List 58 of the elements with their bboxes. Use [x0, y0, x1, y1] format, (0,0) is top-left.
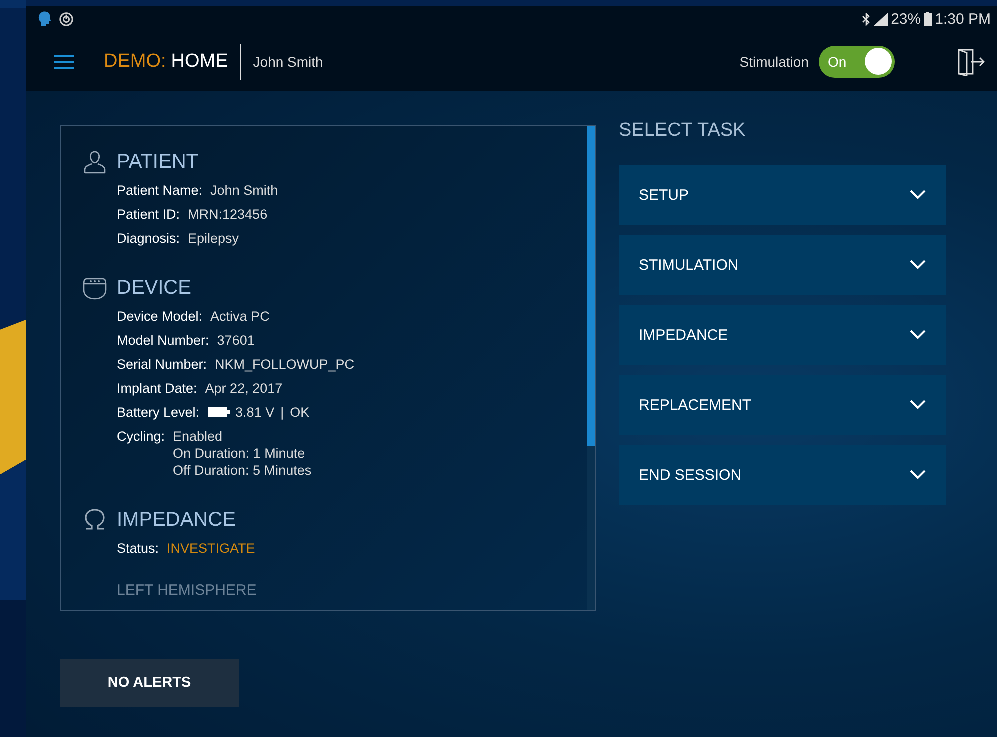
page-title: HOME: [171, 50, 230, 72]
field-label: Diagnosis:: [117, 230, 180, 246]
omega-icon: [83, 508, 107, 532]
task-heading: SELECT TASK: [619, 120, 747, 142]
device-icon: [83, 276, 107, 300]
task-item[interactable]: END SESSION: [619, 445, 946, 505]
chevron-icon: [910, 330, 926, 340]
field-label: Status:: [117, 540, 160, 556]
task-item[interactable]: REPLACEMENT: [619, 375, 946, 435]
signal-icon: [874, 12, 888, 26]
battery-percent: 23%: [891, 10, 922, 28]
task-item[interactable]: IMPEDANCE: [619, 305, 946, 365]
stimulation-label: Stimulation: [740, 54, 809, 70]
section-title: DEVICE: [117, 276, 192, 300]
subheading: LEFT HEMISPHERE: [117, 582, 258, 599]
field-label: Model Number:: [117, 332, 210, 348]
chevron-icon: [910, 260, 926, 270]
alerts-button[interactable]: NO ALERTS: [60, 659, 239, 707]
field-value: Activa PC: [210, 308, 270, 324]
battery-icon: [924, 12, 932, 26]
chevron-icon: [910, 400, 926, 410]
battery-icon: [208, 407, 230, 417]
field-label: Battery Level:: [117, 404, 200, 420]
head-icon: [38, 11, 52, 27]
clock: 1:30 PM: [935, 10, 991, 28]
section-title: IMPEDANCE: [117, 508, 236, 532]
power-icon: [59, 12, 74, 26]
field-value: Off Duration: 5 Minutes: [173, 462, 312, 478]
field-label: Patient Name:: [117, 182, 203, 198]
brand-label: DEMO:: [104, 50, 166, 72]
field-value: NKM_FOLLOWUP_PC: [215, 356, 355, 372]
field-label: Serial Number:: [117, 356, 208, 372]
section-title: PATIENT: [117, 150, 198, 174]
exit-door-icon[interactable]: [957, 48, 987, 76]
user-name: John Smith: [240, 44, 324, 80]
menu-icon[interactable]: [54, 54, 74, 68]
field-value: On Duration: 1 Minute: [173, 444, 306, 462]
task-item[interactable]: SETUP: [619, 165, 946, 225]
field-value: Epilepsy: [188, 230, 240, 246]
field-label: Implant Date:: [117, 380, 198, 396]
field-label: Patient ID:: [117, 206, 180, 222]
field-value: MRN:123456: [188, 206, 268, 222]
field-value: Enabled: [173, 428, 224, 444]
bluetooth-icon: [862, 12, 872, 26]
chevron-icon: [910, 190, 926, 200]
field-value: John Smith: [210, 182, 278, 198]
field-value: OK: [290, 404, 310, 420]
chevron-icon: [910, 470, 926, 480]
field-value: INVESTIGATE: [167, 540, 256, 556]
person-icon: [83, 150, 107, 174]
scrollbar[interactable]: [587, 126, 595, 610]
field-value: |: [280, 404, 284, 420]
task-item[interactable]: STIMULATION: [619, 235, 946, 295]
field-value: 3.81 V: [236, 404, 275, 420]
field-value: Apr 22, 2017: [205, 380, 283, 396]
field-label: Cycling:: [117, 428, 166, 446]
field-label: Device Model:: [117, 308, 203, 324]
field-value: 37601: [217, 332, 255, 348]
